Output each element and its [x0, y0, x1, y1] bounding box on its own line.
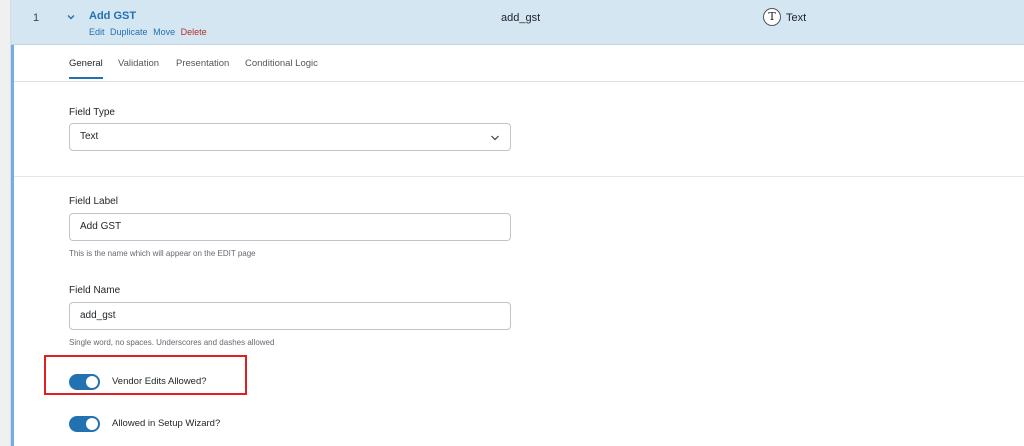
toggle-knob: [86, 418, 98, 430]
duplicate-link[interactable]: Duplicate: [110, 27, 148, 37]
setup-wizard-toggle[interactable]: [69, 416, 100, 432]
chevron-down-icon[interactable]: [66, 12, 76, 22]
field-label-label: Field Label: [69, 196, 118, 207]
field-editor-panel: 1 Add GST Edit Duplicate Move Delete add…: [10, 0, 1024, 446]
field-order-number: 1: [33, 12, 40, 24]
field-header-row[interactable]: 1 Add GST Edit Duplicate Move Delete add…: [11, 0, 1024, 45]
tab-validation[interactable]: Validation: [118, 58, 159, 69]
field-type-label: Field Type: [69, 107, 115, 118]
highlight-annotation-box: [44, 355, 247, 395]
text-type-icon: T: [763, 8, 781, 26]
field-type-select[interactable]: Text: [69, 123, 511, 151]
chevron-down-icon: [491, 135, 499, 141]
field-type-cell: Text: [786, 12, 807, 24]
field-name-label: Field Name: [69, 285, 121, 296]
field-title-link[interactable]: Add GST: [89, 10, 136, 22]
tab-conditional-logic[interactable]: Conditional Logic: [245, 58, 318, 69]
move-link[interactable]: Move: [153, 27, 175, 37]
delete-link[interactable]: Delete: [181, 27, 207, 37]
settings-tabs: General Validation Presentation Conditio…: [14, 45, 1024, 82]
edit-link[interactable]: Edit: [89, 27, 105, 37]
field-label-input[interactable]: Add GST: [69, 213, 511, 241]
field-type-value: Text: [80, 131, 99, 142]
field-name-help: Single word, no spaces. Underscores and …: [69, 338, 275, 347]
row-actions: Edit Duplicate Move Delete: [89, 27, 210, 37]
setup-wizard-label: Allowed in Setup Wizard?: [112, 418, 221, 429]
tab-presentation[interactable]: Presentation: [176, 58, 229, 69]
field-label-help: This is the name which will appear on th…: [69, 249, 256, 258]
section-divider: [14, 176, 1024, 177]
field-name-input[interactable]: add_gst: [69, 302, 511, 330]
field-name-cell: add_gst: [501, 12, 541, 24]
tab-general[interactable]: General: [69, 58, 103, 79]
